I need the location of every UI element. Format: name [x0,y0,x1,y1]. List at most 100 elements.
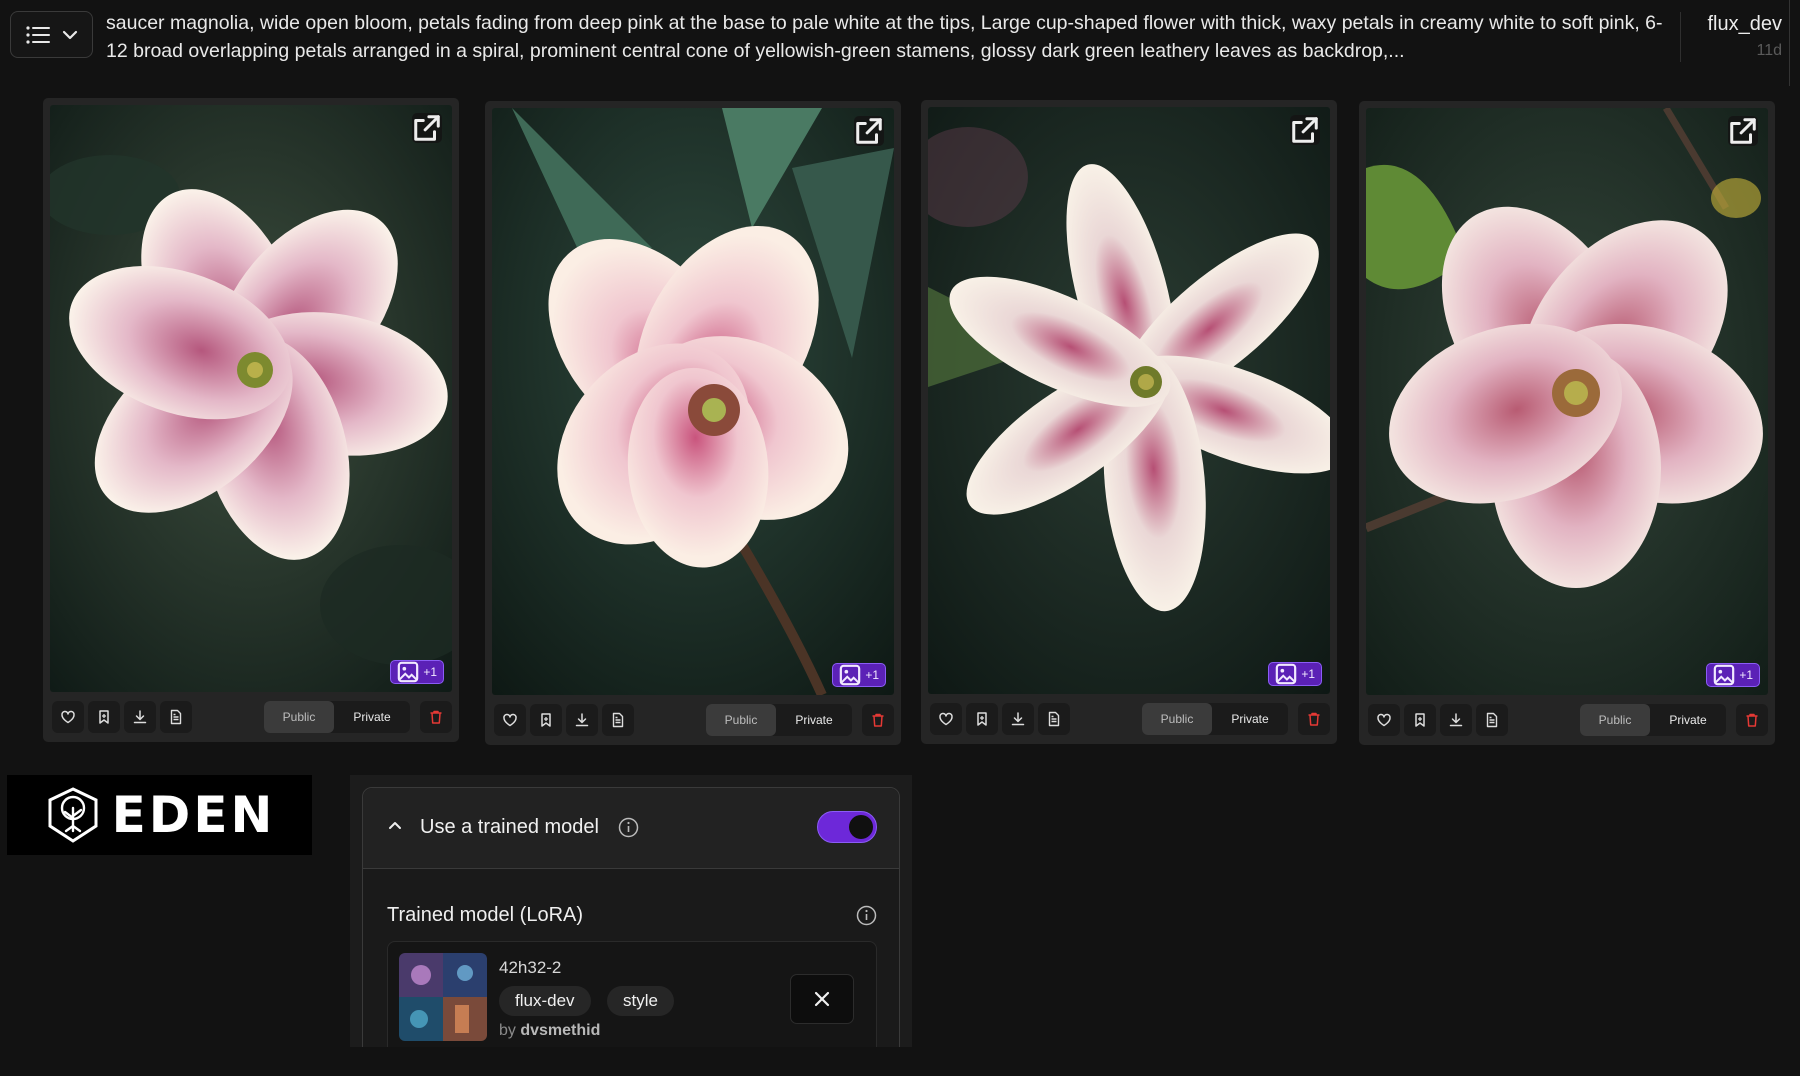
open-image-button[interactable] [412,113,442,143]
external-link-icon [1292,117,1318,143]
lora-tag-base: flux-dev [499,986,591,1016]
remove-lora-button[interactable] [790,974,854,1024]
download-button[interactable] [1002,703,1034,735]
download-icon [1011,712,1025,726]
chevron-down-icon [62,30,77,39]
variants-badge[interactable]: +1 [1268,662,1322,686]
delete-button[interactable] [1736,704,1768,736]
public-option[interactable]: Public [264,701,334,733]
close-icon [814,991,830,1007]
delete-button[interactable] [1298,703,1330,735]
external-link-icon [414,115,440,141]
like-button[interactable] [494,704,526,736]
download-button[interactable] [124,701,156,733]
image-icon [1276,663,1297,685]
like-button[interactable] [1368,704,1400,736]
details-button[interactable] [160,701,192,733]
download-icon [133,710,147,724]
public-option[interactable]: Public [1580,704,1650,736]
like-button[interactable] [930,703,962,735]
logo-wordmark: EDEN [111,786,276,844]
generated-image[interactable]: +1 [928,107,1330,694]
variants-count: +1 [1301,667,1315,681]
info-icon[interactable] [856,905,877,926]
model-name: flux_dev [1707,13,1783,35]
image-card: +1 Public Private [485,101,901,745]
visibility-toggle: Public Private [706,704,852,736]
created-age: 11d [1756,42,1782,59]
like-button[interactable] [52,701,84,733]
tree-shield-icon [48,787,98,843]
delete-button[interactable] [862,704,894,736]
lora-tag-type: style [607,986,674,1016]
menu-button[interactable] [10,11,93,58]
private-option[interactable]: Private [1650,704,1726,736]
trained-model-toggle[interactable] [817,811,877,843]
public-option[interactable]: Public [1142,703,1212,735]
private-option[interactable]: Private [776,704,852,736]
section-header[interactable]: Use a trained model [363,788,899,869]
list-icon [25,25,50,44]
trained-model-section: Use a trained model Trained model (LoRA)… [362,787,900,1047]
generated-image[interactable]: +1 [50,105,452,692]
lora-author: by dvsmethid [499,1022,600,1040]
bookmark-icon [1415,713,1425,727]
document-icon [1486,712,1498,728]
variants-count: +1 [865,668,879,682]
lora-thumbnail [399,953,487,1041]
visibility-toggle: Public Private [264,701,410,733]
document-icon [1048,711,1060,727]
heart-icon [1377,713,1391,727]
document-icon [612,712,624,728]
variants-badge[interactable]: +1 [390,660,444,684]
open-image-button[interactable] [1728,116,1758,146]
lora-panel: Use a trained model Trained model (LoRA)… [350,775,912,1047]
bookmark-icon [541,713,551,727]
variants-count: +1 [423,665,437,679]
image-card: +1 Public Private [1359,101,1775,745]
visibility-toggle: Public Private [1580,704,1726,736]
trash-icon [872,713,884,727]
details-button[interactable] [1038,703,1070,735]
card-actions: Public Private [928,703,1330,739]
image-card: +1 Public Private [43,98,459,742]
variants-badge[interactable]: +1 [832,663,886,687]
image-card: +1 Public Private [921,100,1337,744]
public-option[interactable]: Public [706,704,776,736]
download-button[interactable] [566,704,598,736]
trash-icon [1746,713,1758,727]
private-option[interactable]: Private [1212,703,1288,735]
external-link-icon [856,118,882,144]
author-name[interactable]: dvsmethid [520,1022,600,1039]
variants-badge[interactable]: +1 [1706,663,1760,687]
bookmark-button[interactable] [88,701,120,733]
delete-button[interactable] [420,701,452,733]
open-image-button[interactable] [854,116,884,146]
download-button[interactable] [1440,704,1472,736]
details-button[interactable] [602,704,634,736]
bookmark-icon [977,712,987,726]
heart-icon [939,712,953,726]
image-icon [1714,664,1735,686]
info-icon[interactable] [618,817,639,838]
scrollbar[interactable] [1789,0,1800,86]
document-icon [170,709,182,725]
generated-image[interactable]: +1 [1366,108,1768,695]
chevron-up-icon[interactable] [387,817,403,833]
lora-field-title: Trained model (LoRA) [387,904,584,926]
bookmark-button[interactable] [530,704,562,736]
card-actions: Public Private [50,701,452,737]
private-option[interactable]: Private [334,701,410,733]
card-actions: Public Private [1366,704,1768,740]
open-image-button[interactable] [1290,115,1320,145]
selected-lora-card: 42h32-2 flux-dev style by dvsmethid [387,941,877,1047]
visibility-toggle: Public Private [1142,703,1288,735]
bookmark-button[interactable] [1404,704,1436,736]
trash-icon [1308,712,1320,726]
toggle-knob [849,815,873,839]
bookmark-button[interactable] [966,703,998,735]
eden-logo: EDEN [7,775,312,855]
heart-icon [503,713,517,727]
generated-image[interactable]: +1 [492,108,894,695]
details-button[interactable] [1476,704,1508,736]
